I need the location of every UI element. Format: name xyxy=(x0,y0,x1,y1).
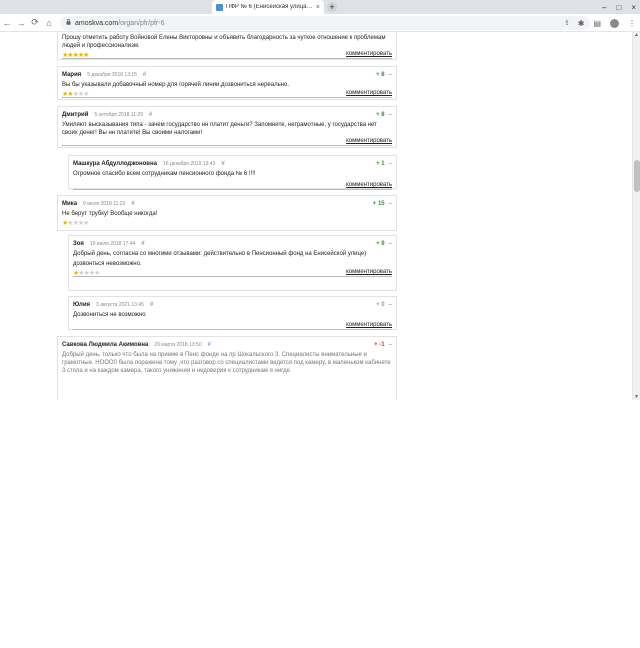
vote-score[interactable]: + 9 xyxy=(376,241,385,247)
vote-controls: + 1 – xyxy=(376,161,392,167)
comment-author: Зоя xyxy=(73,240,84,247)
comment-text: Дозвониться не возможно xyxy=(73,312,146,318)
permalink-hash[interactable]: # xyxy=(221,161,224,167)
comment-date: 9 июля 2018 11:23 xyxy=(83,200,126,207)
permalink-hash[interactable]: # xyxy=(141,241,144,247)
comment-item: Савкова Людмила Акимовна 29 марта 2018 1… xyxy=(57,336,397,400)
vote-controls: + -1 – xyxy=(374,342,392,348)
comment-date: 29 марта 2018 13:50 xyxy=(154,341,202,348)
vote-score[interactable]: + 1 xyxy=(376,161,385,167)
comment-text: Умиляют высказывания типа - зачем госуда… xyxy=(62,122,377,136)
new-tab-button[interactable]: + xyxy=(327,2,337,12)
scrollbar-thumb[interactable] xyxy=(634,160,640,192)
extensions-icon[interactable]: ✱ xyxy=(578,19,585,28)
forward-button[interactable]: → xyxy=(14,18,28,28)
favicon-icon xyxy=(216,3,223,11)
comment-reply-link[interactable]: комментировать xyxy=(346,269,392,275)
comment-text: Добрый день, согласна со многими отзывам… xyxy=(73,251,367,257)
vote-minus-icon[interactable]: – xyxy=(389,161,392,167)
rating-stars: ★★★★★ xyxy=(62,220,392,228)
comment-reply-link[interactable]: комментировать xyxy=(346,138,392,144)
tab-bar: ПФР № 6 (Енисейская улица, 2 × + – □ × xyxy=(0,0,640,14)
comment-date: 5 октября 2018 11:29 xyxy=(94,111,143,118)
star-empty-icon: ★ xyxy=(94,270,100,277)
vote-controls: + 8 – xyxy=(376,72,392,78)
vote-minus-icon[interactable]: – xyxy=(389,342,392,348)
permalink-hash[interactable]: # xyxy=(143,72,146,78)
comment-text: Добрый день, только что была на приеме в… xyxy=(62,352,391,374)
url-domain: amoskva.com xyxy=(75,19,119,27)
vote-score[interactable]: + 0 xyxy=(376,302,385,308)
comment-date: 3 августа 2021 13:45 xyxy=(96,301,144,308)
vote-minus-icon[interactable]: – xyxy=(389,241,392,247)
comment-text: Вы бы указывали добавочный номер для гор… xyxy=(62,82,290,88)
star-empty-icon: ★ xyxy=(83,220,89,227)
permalink-hash[interactable]: # xyxy=(150,302,153,308)
comment-item: Мика 9 июля 2018 11:23 # + 15 – Не берут… xyxy=(57,195,397,231)
comment-reply-link[interactable]: комментировать xyxy=(346,182,392,188)
comment-item: Прошу отметить работу Войновой Елены Вик… xyxy=(57,32,397,60)
comment-item: Мария 5 декабря 2018 13:15 # + 8 – Вы бы… xyxy=(57,66,397,100)
comment-date: 19 июля 2018 17:44 xyxy=(89,240,136,247)
page-viewport: Прошу отметить работу Войновой Елены Вик… xyxy=(0,32,640,400)
comment-author: Мика xyxy=(62,200,78,207)
profile-avatar[interactable] xyxy=(610,18,619,28)
close-tab-icon[interactable]: × xyxy=(316,4,320,11)
reading-list-icon[interactable]: ▤ xyxy=(593,19,601,28)
comment-text: Прошу отметить работу Войновой Елены Вик… xyxy=(62,35,386,49)
home-button[interactable]: ⌂ xyxy=(42,18,56,28)
star-filled-icon: ★ xyxy=(83,52,89,59)
vote-controls: + 15 – xyxy=(373,201,392,207)
comment-author: Юлия xyxy=(73,301,91,308)
vote-score[interactable]: + 15 xyxy=(373,201,385,207)
comment-reply-item: Машкура Абдуллоджоновна 16 декабря 2019 … xyxy=(68,155,397,190)
tab-title: ПФР № 6 (Енисейская улица, 2 xyxy=(226,4,313,10)
comment-date: 5 декабря 2018 13:15 xyxy=(87,71,137,78)
comment-reply-item: Юлия 3 августа 2021 13:45 # + 0 – Дозвон… xyxy=(68,296,397,330)
scroll-down-icon[interactable]: ▼ xyxy=(634,394,639,400)
vote-minus-icon[interactable]: – xyxy=(389,72,392,78)
comment-item: Дмитрий 5 октября 2018 11:29 # + 8 – Уми… xyxy=(57,106,397,148)
vote-minus-icon[interactable]: – xyxy=(389,302,392,308)
permalink-hash[interactable]: # xyxy=(149,112,152,118)
window-controls: – □ × xyxy=(602,0,636,14)
comment-reply-link[interactable]: комментировать xyxy=(346,90,392,96)
lock-icon xyxy=(66,19,71,27)
comment-reply-link[interactable]: комментировать xyxy=(346,322,392,328)
comment-reply-link[interactable]: комментировать xyxy=(346,51,392,57)
permalink-hash[interactable]: # xyxy=(131,201,134,207)
vote-controls: + 8 – xyxy=(376,112,392,118)
comment-text: Не берут трубку! Вообще никогда! xyxy=(62,211,158,217)
permalink-hash[interactable]: # xyxy=(208,342,211,348)
vote-minus-icon[interactable]: – xyxy=(389,112,392,118)
minimize-button[interactable]: – xyxy=(602,3,606,12)
share-icon[interactable]: ⇪ xyxy=(564,19,570,27)
vote-controls: + 0 – xyxy=(376,302,392,308)
tab-pfr6[interactable]: ПФР № 6 (Енисейская улица, 2 × xyxy=(212,0,324,14)
menu-icon[interactable]: ⋮ xyxy=(628,19,636,28)
url-path: /organ/pfr/pfr-6 xyxy=(118,19,165,27)
comment-reply-item: Зоя 19 июля 2018 17:44 # + 9 – Добрый де… xyxy=(68,235,397,291)
page-scrollbar[interactable]: ▲ ▼ xyxy=(632,32,640,400)
comment-text-continued: дозвонться невозможно. xyxy=(73,261,142,267)
back-button[interactable]: ← xyxy=(0,18,14,28)
scroll-up-icon[interactable]: ▲ xyxy=(634,32,639,38)
vote-score[interactable]: + 8 xyxy=(376,112,385,118)
browser-toolbar: ← → ⟳ ⌂ amoskva.com/organ/pfr/pfr-6 ⇪ ☆ … xyxy=(0,14,640,32)
star-empty-icon: ★ xyxy=(83,91,89,98)
comment-text: Огромное спасибо всем сотрудникам пенсио… xyxy=(73,171,256,177)
vote-score[interactable]: + -1 xyxy=(374,342,385,348)
comment-author: Дмитрий xyxy=(62,111,89,118)
maximize-button[interactable]: □ xyxy=(616,3,621,12)
vote-score[interactable]: + 8 xyxy=(376,72,385,78)
comment-author: Мария xyxy=(62,71,82,78)
reload-button[interactable]: ⟳ xyxy=(28,17,42,28)
comment-author: Машкура Абдуллоджоновна xyxy=(73,160,157,167)
comment-date: 16 декабря 2019 13:43 xyxy=(162,160,216,167)
comment-author: Савкова Людмила Акимовна xyxy=(62,341,149,348)
vote-minus-icon[interactable]: – xyxy=(389,201,392,207)
vote-controls: + 9 – xyxy=(376,241,392,247)
address-bar[interactable]: amoskva.com/organ/pfr/pfr-6 ⇪ ☆ xyxy=(60,16,590,30)
close-window-button[interactable]: × xyxy=(631,3,636,12)
